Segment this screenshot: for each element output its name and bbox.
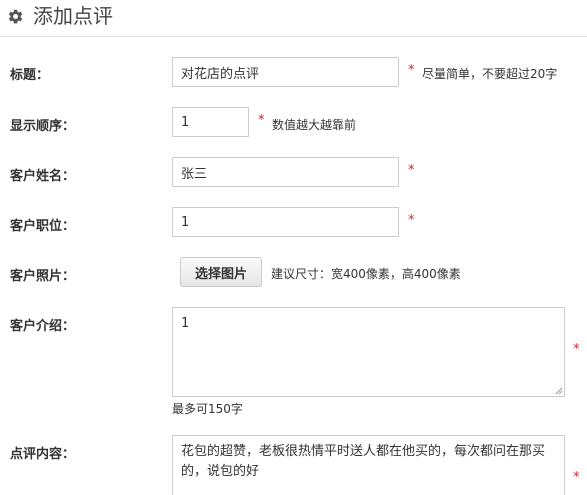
customer-position-label: 客户职位： xyxy=(10,219,76,234)
display-order-required-mark: * xyxy=(258,113,265,128)
display-order-input[interactable] xyxy=(172,107,249,137)
title-label: 标题： xyxy=(10,68,50,83)
page-title: 添加点评 xyxy=(33,4,113,28)
add-review-page: 添加点评 标题： * 尽量简单，不要超过20字 显示顺序： * 数值越大越靠前 … xyxy=(0,0,587,495)
customer-intro-required-mark: * xyxy=(573,342,580,357)
customer-intro-textarea[interactable]: 1 xyxy=(172,307,565,397)
display-order-hint: 数值越大越靠前 xyxy=(272,118,357,132)
customer-photo-hint: 建议尺寸：宽400像素，高400像素 xyxy=(271,267,461,281)
customer-name-required-mark: * xyxy=(408,163,415,178)
title-input[interactable] xyxy=(172,57,399,87)
choose-image-button[interactable]: 选择图片 xyxy=(180,257,262,287)
review-content-textarea[interactable]: 花包的超赞，老板很热情平时送人都在他买的，每次都问在那买的，说包的好 xyxy=(172,435,565,495)
resize-grip-icon[interactable] xyxy=(555,387,563,395)
customer-position-input[interactable] xyxy=(172,207,399,237)
display-order-label: 显示顺序： xyxy=(10,119,76,134)
review-content-label: 点评内容： xyxy=(10,447,76,462)
customer-photo-label: 客户照片： xyxy=(10,269,76,284)
customer-intro-hint: 最多可150字 xyxy=(172,402,243,416)
page-header: 添加点评 xyxy=(0,0,587,37)
customer-name-label: 客户姓名： xyxy=(10,169,76,184)
customer-position-required-mark: * xyxy=(408,213,415,228)
gear-icon xyxy=(8,9,23,24)
customer-name-input[interactable] xyxy=(172,157,399,187)
title-hint: 尽量简单，不要超过20字 xyxy=(422,67,558,81)
title-required-mark: * xyxy=(408,63,415,78)
review-content-required-mark: * xyxy=(573,470,580,485)
customer-intro-label: 客户介绍： xyxy=(10,319,76,334)
